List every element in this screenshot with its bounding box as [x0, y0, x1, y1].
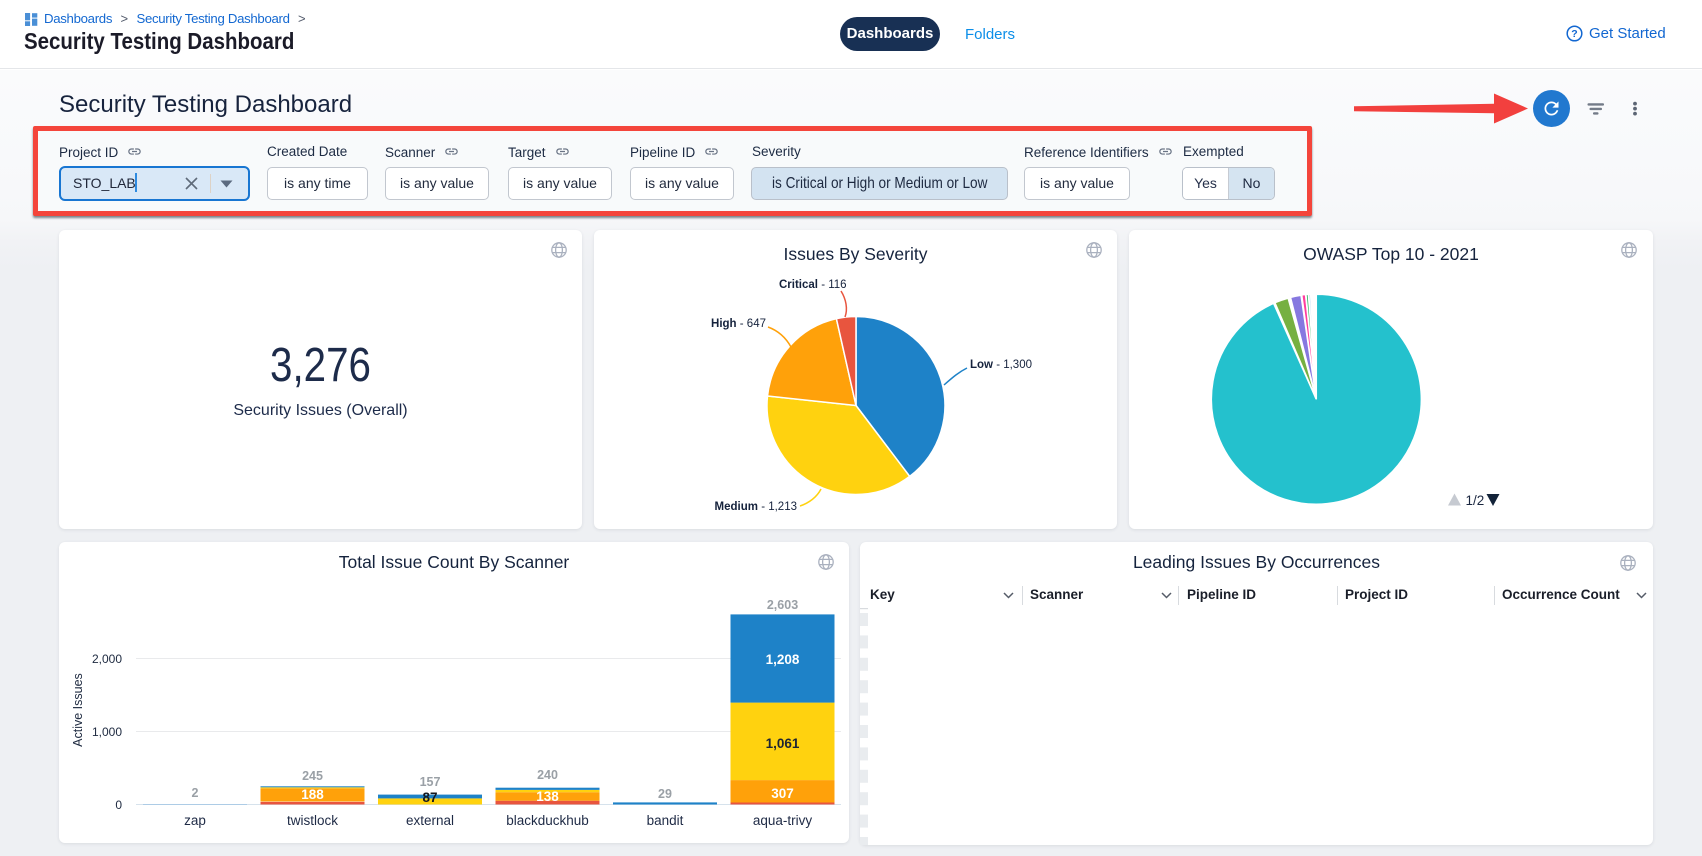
svg-text:29: 29 [658, 787, 672, 801]
svg-text:188: 188 [301, 787, 324, 802]
svg-text:Critical - 116: Critical - 116 [779, 279, 847, 291]
svg-text:240: 240 [537, 768, 558, 782]
svg-text:twistlock: twistlock [287, 813, 338, 828]
svg-text:2,000: 2,000 [92, 652, 122, 666]
svg-text:Low - 1,300: Low - 1,300 [970, 359, 1032, 371]
svg-text:2: 2 [192, 786, 199, 800]
svg-text:Active Issues: Active Issues [71, 673, 85, 747]
svg-text:zap: zap [184, 813, 206, 828]
svg-text:bandit: bandit [647, 813, 684, 828]
svg-text:245: 245 [302, 769, 323, 783]
svg-text:87: 87 [422, 790, 437, 805]
svg-text:1/2: 1/2 [1466, 493, 1485, 508]
svg-text:blackduckhub: blackduckhub [506, 813, 589, 828]
svg-text:0: 0 [115, 798, 122, 812]
svg-text:?: ? [1571, 28, 1577, 40]
svg-text:307: 307 [771, 786, 794, 801]
svg-text:138: 138 [536, 789, 559, 804]
svg-text:1,208: 1,208 [766, 652, 800, 667]
svg-text:Medium - 1,213: Medium - 1,213 [715, 501, 797, 513]
svg-text:High - 647: High - 647 [711, 318, 766, 330]
svg-text:aqua-trivy: aqua-trivy [753, 813, 813, 828]
svg-text:157: 157 [420, 775, 441, 789]
svg-text:1,061: 1,061 [766, 736, 800, 751]
svg-text:external: external [406, 813, 454, 828]
svg-text:2,603: 2,603 [767, 598, 798, 612]
svg-text:1,000: 1,000 [92, 725, 122, 739]
